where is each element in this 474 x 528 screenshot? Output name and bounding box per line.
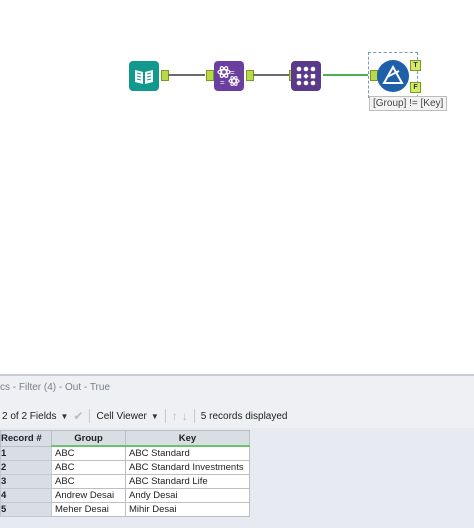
key-cell[interactable]: Mihir Desai <box>125 502 250 517</box>
results-table: Record # Group Key 1 ABC ABC Standard 2 … <box>0 430 250 517</box>
filter-true-anchor[interactable]: T <box>410 60 421 71</box>
atom-formula-icon: = = <box>217 66 240 87</box>
key-cell[interactable]: ABC Standard <box>125 445 250 461</box>
key-cell[interactable]: ABC Standard Investments <box>125 460 250 475</box>
workflow-canvas[interactable]: = = T F [Group] != [Key] <box>0 0 474 374</box>
svg-text:=: = <box>230 68 235 77</box>
table-row[interactable]: 2 ABC ABC Standard Investments <box>0 460 250 475</box>
column-header-group[interactable]: Group <box>51 430 126 447</box>
cell-viewer-label: Cell Viewer <box>96 410 147 422</box>
table-row[interactable]: 1 ABC ABC Standard <box>0 445 250 461</box>
key-cell[interactable]: ABC Standard Life <box>125 474 250 489</box>
formula-tool[interactable]: = = <box>214 61 244 91</box>
filter-false-anchor[interactable]: F <box>410 82 421 93</box>
group-cell[interactable]: Andrew Desai <box>51 488 126 503</box>
connection-line-selected <box>323 74 368 76</box>
input-tool[interactable] <box>129 61 159 91</box>
record-number: 5 <box>0 502 52 517</box>
record-number: 3 <box>0 474 52 489</box>
record-number: 1 <box>0 445 52 461</box>
chevron-down-icon: ▼ <box>150 411 159 421</box>
connection-line <box>168 74 205 76</box>
record-number: 2 <box>0 460 52 475</box>
results-toolbar: 2 of 2 Fields ▼ ✔ Cell Viewer ▼ ↑ ↓ 5 re… <box>0 406 474 426</box>
chevron-down-icon: ▼ <box>60 411 69 421</box>
svg-text:=: = <box>220 78 225 87</box>
toolbar-divider <box>193 409 195 423</box>
cell-viewer-dropdown[interactable]: Cell Viewer ▼ <box>96 411 158 422</box>
fields-dropdown[interactable]: 2 of 2 Fields ▼ <box>2 411 68 422</box>
arrow-down-icon[interactable]: ↓ <box>182 409 188 423</box>
column-header-key[interactable]: Key <box>125 430 250 447</box>
group-cell[interactable]: ABC <box>51 474 126 489</box>
record-number: 4 <box>0 488 52 503</box>
fields-label: 2 of 2 Fields <box>2 410 57 422</box>
toolbar-divider <box>164 409 166 423</box>
group-cell[interactable]: ABC <box>51 445 126 461</box>
key-cell[interactable]: Andy Desai <box>125 488 250 503</box>
column-header-record[interactable]: Record # <box>0 430 52 447</box>
connection-line <box>253 74 290 76</box>
grid-shapes-icon <box>296 66 316 86</box>
toolbar-divider <box>89 409 91 423</box>
arrow-up-icon[interactable]: ↑ <box>172 409 178 423</box>
book-icon <box>135 70 153 84</box>
formula-input-anchor[interactable] <box>206 70 214 81</box>
records-count: 5 records displayed <box>200 410 288 422</box>
results-panel: cs - Filter (4) - Out - True 2 of 2 Fiel… <box>0 374 474 528</box>
checkmark-icon[interactable]: ✔ <box>73 409 83 423</box>
filter-annotation: [Group] != [Key] <box>369 96 448 111</box>
filter-icon <box>382 64 404 84</box>
group-cell[interactable]: ABC <box>51 460 126 475</box>
results-title: cs - Filter (4) - Out - True <box>0 382 111 393</box>
table-row[interactable]: 4 Andrew Desai Andy Desai <box>0 488 250 503</box>
group-cell[interactable]: Meher Desai <box>51 502 126 517</box>
filter-tool[interactable] <box>377 60 409 92</box>
table-row[interactable]: 3 ABC ABC Standard Life <box>0 474 250 489</box>
transpose-tool[interactable] <box>291 61 321 91</box>
results-grid[interactable]: Record # Group Key 1 ABC ABC Standard 2 … <box>0 428 474 528</box>
table-row[interactable]: 5 Meher Desai Mihir Desai <box>0 502 250 517</box>
